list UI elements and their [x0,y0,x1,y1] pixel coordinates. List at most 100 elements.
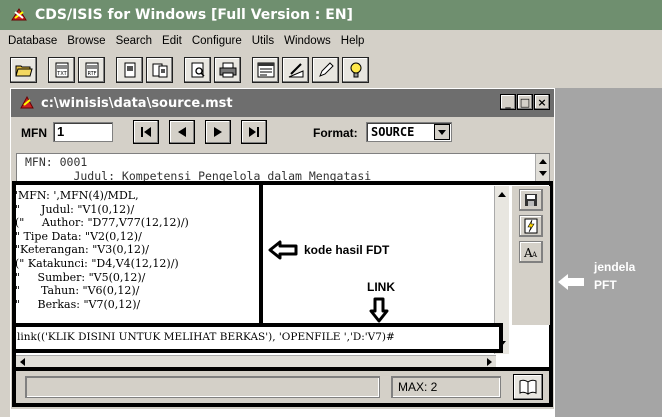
edit-icon [288,63,303,78]
jendela-annotation-line2: PFT [594,278,617,292]
cds-isis-logo-icon [10,6,28,24]
open-folder-icon [14,65,33,77]
print-button[interactable] [214,57,241,83]
jendela-annotation-line1: jendela [594,260,636,274]
form-button[interactable] [252,57,279,83]
pft-line: " Berkas: "V7(0,12)/ [15,297,141,311]
export-txt-button[interactable]: TXT [48,57,75,83]
next-record-button[interactable] [205,120,231,144]
pft-line: " Tahun: "V6(0,12)/ [15,284,140,298]
menu-utils[interactable]: Utils [252,35,274,47]
scroll-right-icon [487,358,492,366]
menu-database[interactable]: Database [8,35,57,47]
font-button[interactable]: AA [519,241,543,263]
pft-line: " Tipe Data: "V2(0,12)/ [15,229,142,243]
mfn-input[interactable]: 1 [53,122,113,142]
print-preview-button[interactable] [184,57,211,83]
child-title-bar: c:\winisis\data\source.mst [11,89,554,117]
menu-search[interactable]: Search [116,35,152,47]
scroll-left-icon [20,358,25,366]
toolbar: TXT RTF [0,52,662,88]
svg-text:RTF: RTF [87,71,96,77]
svg-text:A: A [531,251,538,259]
display-line-mfn: MFN: 0001 [25,155,88,169]
format-select[interactable]: SOURCE [366,122,452,142]
record-nav-row: MFN 1 Format: SOURCE [11,117,554,151]
pencil-button[interactable] [312,57,339,83]
pft-divider [259,185,263,326]
lightbulb-button[interactable] [342,57,369,83]
txt-icon: TXT [55,62,68,78]
display-scrollbar[interactable] [535,154,549,181]
cds-isis-doc-icon [20,95,34,109]
copy-record-icon [124,62,135,78]
menu-help[interactable]: Help [341,35,365,47]
app-frame-left [0,88,10,417]
pft-line: (" Author: "D77,V77(12,12)/) [15,216,189,230]
first-record-icon [141,127,151,137]
pft-line: "Keterangan: "V3(0,12)/ [15,243,149,257]
arrow-left-icon [268,240,298,260]
maximize-button[interactable]: □ [517,94,533,110]
close-button[interactable]: × [534,94,550,110]
pft-format-text[interactable]: 'MFN: ',MFN(4)/MDL, " Judul: "V1(0,12)/("… [15,189,260,323]
previous-record-button[interactable] [169,120,195,144]
book-icon [519,379,537,395]
kode-annotation: kode hasil FDT [268,240,389,260]
format-lightning-button[interactable] [519,215,543,237]
print-preview-icon [191,62,205,78]
lightning-icon [524,218,538,234]
chevron-down-icon[interactable] [434,124,450,140]
svg-text:TXT: TXT [56,71,67,77]
mfn-label: MFN [21,126,47,140]
format-label: Format: [313,126,358,140]
menu-windows[interactable]: Windows [284,35,331,47]
child-window-title: c:\winisis\data\source.mst [41,95,233,111]
rtf-icon: RTF [85,62,98,78]
pft-line: (" Katakunci: "D4,V4(12,12)/) [15,256,179,270]
pencil-icon [318,62,334,77]
record-display-area[interactable]: MFN: 0001 Judul: Kompetensi Pengelola da… [16,153,550,182]
format-value: SOURCE [371,125,415,139]
pft-line: " Sumber: "V5(0,12)/ [15,270,146,284]
font-icon: AA [523,246,538,259]
paste-record-button[interactable] [146,57,173,83]
save-icon [525,194,537,206]
link-annotation-text: LINK [367,280,395,294]
pft-line: " Judul: "V1(0,12)/ [15,202,135,216]
jendela-annotation: jendela PFT [594,258,635,294]
app-title-bar: CDS/ISIS for Windows [Full Version : EN] [0,0,662,30]
status-field [25,376,380,398]
open-folder-button[interactable] [10,57,37,83]
last-record-button[interactable] [241,120,267,144]
edit-button[interactable] [282,57,309,83]
paste-record-icon [152,63,167,78]
scroll-up-icon[interactable] [496,188,508,200]
save-button[interactable] [519,189,543,211]
form-icon [257,62,274,78]
minimize-button[interactable]: _ [500,94,516,110]
book-button[interactable] [513,374,543,400]
scroll-down-icon [539,171,547,176]
pft-side-tools: AA [512,186,550,325]
kode-annotation-text: kode hasil FDT [304,243,390,257]
screen: CDS/ISIS for Windows [Full Version : EN]… [0,0,662,417]
next-record-icon [214,127,222,137]
link-format-line[interactable]: link(('KLIK DISINI UNTUK MELIHAT BERKAS'… [17,331,395,343]
menu-browse[interactable]: Browse [67,35,105,47]
pft-line: 'MFN: ',MFN(4)/MDL, [15,189,139,202]
previous-record-icon [178,127,186,137]
copy-record-button[interactable] [116,57,143,83]
max-records-label: MAX: 2 [391,376,501,398]
menu-configure[interactable]: Configure [192,35,242,47]
menu-edit[interactable]: Edit [162,35,182,47]
last-record-icon [249,127,259,137]
mdi-background [555,88,662,417]
first-record-button[interactable] [133,120,159,144]
printer-icon [219,62,236,78]
export-rtf-button[interactable]: RTF [78,57,105,83]
menu-bar: Database Browse Search Edit Configure Ut… [0,30,662,52]
arrow-down-icon [369,297,389,327]
scroll-up-icon [539,159,547,164]
lightbulb-icon [350,62,361,78]
